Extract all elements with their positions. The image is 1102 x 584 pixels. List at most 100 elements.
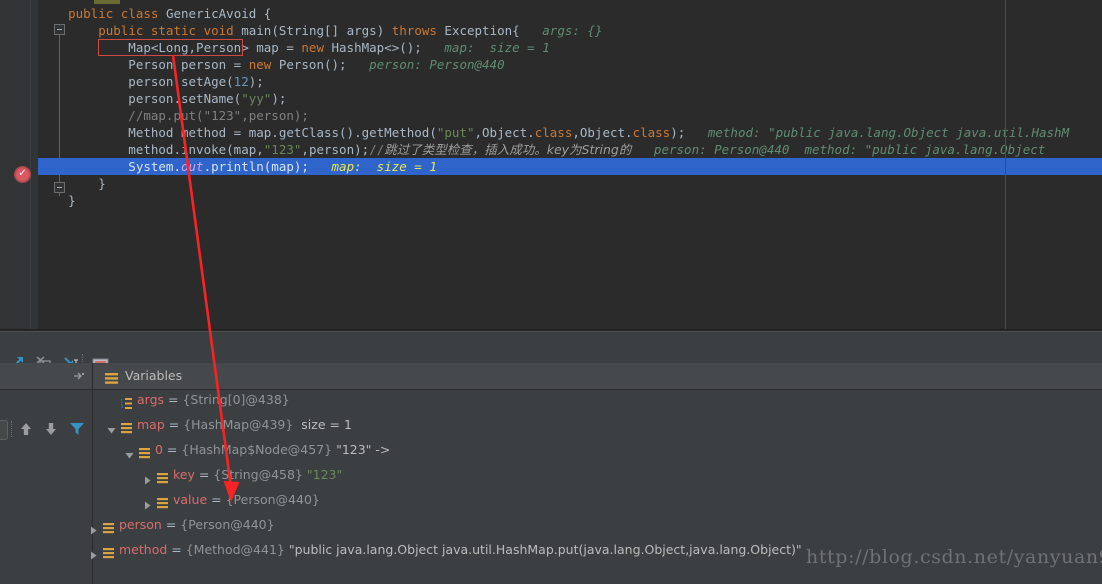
filter-icon[interactable]	[69, 421, 85, 436]
code-token: new	[248, 57, 272, 72]
code-token: ,Object.	[572, 125, 633, 140]
frame-down-icon[interactable]	[44, 421, 58, 437]
object-icon	[139, 445, 150, 459]
variable-row[interactable]: person = {Person@440}	[91, 515, 1102, 535]
breakpoint-icon[interactable]: ✓	[14, 166, 31, 183]
code-token: "123"	[263, 142, 302, 157]
code-token: ,Object.	[474, 125, 535, 140]
code-token: );	[248, 74, 264, 89]
code-token: "yy"	[241, 91, 272, 106]
object-icon	[121, 420, 132, 434]
breakpoint-check-glyph: ✓	[18, 168, 27, 179]
code-token: person.setAge(	[38, 74, 234, 89]
code-token: class	[534, 125, 573, 140]
code-line-9: }	[38, 175, 106, 192]
variable-label: value = {Person@440}	[173, 492, 320, 507]
chevron-right-icon[interactable]	[89, 546, 98, 560]
chevron-down-icon[interactable]	[107, 421, 116, 434]
code-token: 跳过了类型检查，插入成功。key为String的	[384, 142, 632, 157]
object-icon	[157, 495, 168, 509]
chevron-right-icon[interactable]	[143, 496, 152, 510]
code-token: void	[203, 23, 234, 38]
code-token: ,person);	[301, 142, 370, 157]
variable-row[interactable]: 0 = {HashMap$Node@457} "123" ->	[93, 440, 1102, 460]
code-token: Method method = map.getClass().getMethod…	[38, 125, 437, 140]
debugger-panel: pase.generic) Variables 15 args = {String…	[0, 363, 1102, 584]
variable-row[interactable]: value = {Person@440}	[93, 490, 1102, 510]
editor-bottom-border	[0, 329, 1102, 330]
variable-row[interactable]: map = {HashMap@439} size = 1	[93, 415, 1102, 435]
code-line-4: person.setAge(12);	[38, 73, 264, 90]
frames-panel: pase.generic)	[0, 363, 92, 584]
code-token: Exception{	[436, 23, 520, 38]
variables-panel: Variables 1 5 args = {String[0]@438} map = …	[91, 363, 1102, 584]
code-line-2: Map<Long,Person> map = new HashMap<>(); …	[38, 39, 550, 56]
code-token: GenericAvoid {	[158, 6, 272, 21]
code-token: "put"	[436, 125, 475, 140]
object-icon	[103, 545, 114, 559]
code-token: public	[98, 23, 144, 38]
code-token: method: "public java.lang.Object java.ut…	[685, 125, 1070, 140]
code-token: main(String[] args)	[233, 23, 392, 38]
debugger-toolbar: s	[0, 331, 1102, 372]
code-token: );	[670, 125, 686, 140]
code-token: map: size = 1	[308, 159, 437, 174]
object-icon	[103, 520, 114, 534]
code-token: );	[271, 91, 287, 106]
code-token: person: Person@440	[346, 57, 505, 72]
toolbar-drag-handle[interactable]	[11, 421, 13, 437]
thread-selector[interactable]	[0, 420, 8, 440]
chevron-down-icon[interactable]	[125, 446, 134, 459]
code-line-3: Person person = new Person(); person: Pe…	[38, 56, 505, 73]
variable-row[interactable]: key = {String@458} "123"	[93, 465, 1102, 485]
variable-label: map = {HashMap@439} size = 1	[137, 417, 352, 432]
code-token: method.invoke(map,	[38, 142, 264, 157]
collapse-icon[interactable]	[73, 371, 85, 381]
code-token: person: Person@440 method: "public java.…	[631, 142, 1053, 157]
array-icon: 15	[121, 395, 132, 409]
code-token: 12	[233, 74, 249, 89]
editor-left-strip	[0, 0, 31, 330]
code-line-10: }	[38, 192, 76, 209]
code-token: class	[120, 6, 159, 21]
code-token: }	[38, 193, 76, 208]
right-margin-guide	[1005, 0, 1006, 330]
variable-label: 0 = {HashMap$Node@457} "123" ->	[155, 442, 391, 457]
editor-gutter[interactable]	[31, 0, 38, 330]
code-token: public	[68, 6, 114, 21]
variable-label: key = {String@458} "123"	[173, 467, 343, 482]
code-line-7: Method method = map.getClass().getMethod…	[38, 124, 1069, 141]
code-token: map: size = 1	[421, 40, 550, 55]
ide-window: ✓ public class GenericAvoid { public sta…	[0, 0, 1102, 584]
code-token: //map.put("123",person);	[38, 108, 309, 123]
code-token: Person person =	[38, 57, 249, 72]
code-token: class	[632, 125, 671, 140]
chevron-right-icon[interactable]	[143, 471, 152, 485]
code-line-6: //map.put("123",person);	[38, 107, 309, 124]
code-token: HashMap<>();	[323, 40, 422, 55]
code-token: System.	[38, 159, 181, 174]
code-token: }	[38, 176, 106, 191]
chevron-right-icon[interactable]	[89, 521, 98, 535]
code-token: Map<Long,Person> map =	[38, 40, 302, 55]
variables-title: Variables	[125, 368, 183, 383]
code-pane[interactable]: public class GenericAvoid { public stati…	[38, 0, 1102, 330]
code-line-8: method.invoke(map,"123",person);//跳过了类型检…	[38, 141, 1053, 158]
variable-row[interactable]: method = {Method@441} "public java.lang.…	[91, 540, 1102, 560]
variable-row[interactable]: 1 5 args = {String[0]@438}	[93, 390, 1102, 410]
current-execution-line-text: System.out.println(map); map: size = 1	[38, 158, 437, 175]
object-icon	[157, 470, 168, 484]
frames-toolbar	[0, 390, 92, 440]
frame-up-icon[interactable]	[19, 421, 33, 437]
code-line-5: person.setName("yy");	[38, 90, 286, 107]
code-token: static	[150, 23, 197, 38]
code-editor[interactable]: ✓ public class GenericAvoid { public sta…	[0, 0, 1102, 330]
code-token: .println(map);	[203, 159, 309, 174]
variables-tree[interactable]: 1 5 args = {String[0]@438} map = {HashMap@4…	[91, 390, 1102, 584]
code-token: Person();	[271, 57, 347, 72]
code-token: args: {}	[519, 23, 603, 38]
